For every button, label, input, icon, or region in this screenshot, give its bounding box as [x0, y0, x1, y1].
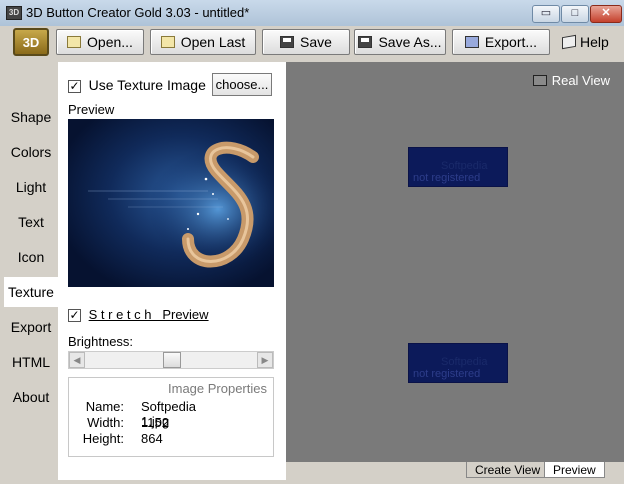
open-last-label: Open Last — [180, 34, 246, 50]
button-preview-hover[interactable]: Softpedia not registered — [408, 343, 508, 383]
window-title: 3D Button Creator Gold 3.03 - untitled* — [26, 5, 250, 20]
slider-left-arrow-icon[interactable]: ◀ — [69, 352, 85, 368]
export-button[interactable]: Export... — [452, 29, 550, 55]
help-book-icon — [562, 34, 576, 50]
slider-thumb[interactable] — [163, 352, 181, 368]
tab-create-view[interactable]: Create View — [466, 462, 550, 478]
image-properties-box: Image Properties Name: Softpedia 1.jpg W… — [68, 377, 274, 457]
export-label: Export... — [484, 34, 538, 50]
app-logo: 3D — [13, 28, 49, 56]
use-texture-checkbox[interactable]: ✓ — [68, 80, 81, 94]
open-button[interactable]: Open... — [56, 29, 144, 55]
create-view-canvas: Real View Softpedia not registered Softp… — [286, 62, 624, 462]
maximize-button[interactable]: □ — [561, 5, 589, 23]
sidebar-item-text[interactable]: Text — [4, 207, 58, 237]
app-icon: 3D — [6, 6, 22, 20]
close-button[interactable]: ✕ — [590, 5, 622, 23]
sidebar-item-icon[interactable]: Icon — [4, 242, 58, 272]
sidebar-item-about[interactable]: About — [4, 382, 58, 412]
floppy-disk-icon — [280, 36, 295, 48]
floppy-disk-icon — [358, 36, 373, 48]
help-button[interactable]: Help — [562, 34, 609, 50]
maximize-icon: □ — [571, 7, 579, 19]
save-label: Save — [300, 34, 332, 50]
property-key: Width: — [87, 415, 124, 430]
title-bar: 3D 3D Button Creator Gold 3.03 - untitle… — [0, 0, 624, 27]
sidebar-item-texture[interactable]: Texture — [4, 277, 58, 307]
button-preview-text: Softpedia — [441, 160, 488, 172]
stretch-row[interactable]: ✓ S t r e t c h Preview — [68, 307, 209, 323]
close-icon: ✕ — [601, 7, 611, 19]
texture-preview-image — [68, 119, 274, 287]
sidebar-item-colors[interactable]: Colors — [4, 137, 58, 167]
help-label: Help — [580, 34, 609, 50]
property-value: 864 — [141, 431, 163, 446]
texture-s-graphic — [88, 141, 274, 269]
use-texture-row[interactable]: ✓ Use Texture Image — [68, 77, 206, 94]
unregistered-watermark: not registered — [413, 172, 481, 184]
button-preview-normal[interactable]: Softpedia not registered — [408, 147, 508, 187]
property-key: Height: — [82, 431, 124, 446]
sidebar-item-light[interactable]: Light — [4, 172, 58, 202]
sidebar-item-html[interactable]: HTML — [4, 347, 58, 377]
open-label: Open... — [87, 34, 133, 50]
sidebar-item-export[interactable]: Export — [4, 312, 58, 342]
save-as-label: Save As... — [378, 34, 442, 50]
stretch-checkbox[interactable]: ✓ — [68, 309, 81, 323]
app-logo-text: 3D — [22, 34, 40, 50]
real-view-toggle[interactable]: Real View — [532, 73, 610, 88]
tab-preview[interactable]: Preview — [544, 462, 605, 478]
minimize-button[interactable]: ▭ — [532, 5, 560, 23]
open-last-button[interactable]: Open Last — [150, 29, 256, 55]
texture-panel: ✓ Use Texture Image choose... Preview ✓ … — [58, 62, 286, 480]
export-image-icon — [464, 36, 479, 48]
use-texture-label: Use Texture Image — [88, 77, 206, 93]
toolbar: 3D Open... Open Last Save Save As... Exp… — [0, 26, 624, 62]
button-preview-text: Softpedia — [441, 356, 488, 368]
image-properties-title: Image Properties — [168, 381, 267, 396]
brightness-slider[interactable]: ◀ ▶ — [68, 351, 274, 369]
choose-button[interactable]: choose... — [212, 73, 272, 96]
preview-label: Preview — [68, 102, 115, 117]
property-value: 1152 — [141, 415, 169, 430]
brightness-label: Brightness: — [68, 334, 134, 349]
app-window: 3D 3D Button Creator Gold 3.03 - untitle… — [0, 0, 624, 484]
view-tabs: Create View Preview — [286, 462, 624, 484]
save-button[interactable]: Save — [262, 29, 350, 55]
folder-icon — [160, 36, 175, 48]
slider-right-arrow-icon[interactable]: ▶ — [257, 352, 273, 368]
unregistered-watermark: not registered — [413, 368, 481, 380]
sidebar: Shape Colors Light Text Icon Texture Exp… — [0, 62, 58, 484]
property-key: Name: — [85, 399, 124, 414]
monitor-icon — [532, 75, 547, 86]
stretch-label: S t r e t c h Preview — [88, 307, 209, 322]
save-as-button[interactable]: Save As... — [354, 29, 446, 55]
sidebar-item-shape[interactable]: Shape — [4, 102, 58, 132]
minimize-icon: ▭ — [540, 7, 552, 19]
real-view-label: Real View — [551, 73, 610, 88]
folder-open-icon — [67, 36, 82, 48]
